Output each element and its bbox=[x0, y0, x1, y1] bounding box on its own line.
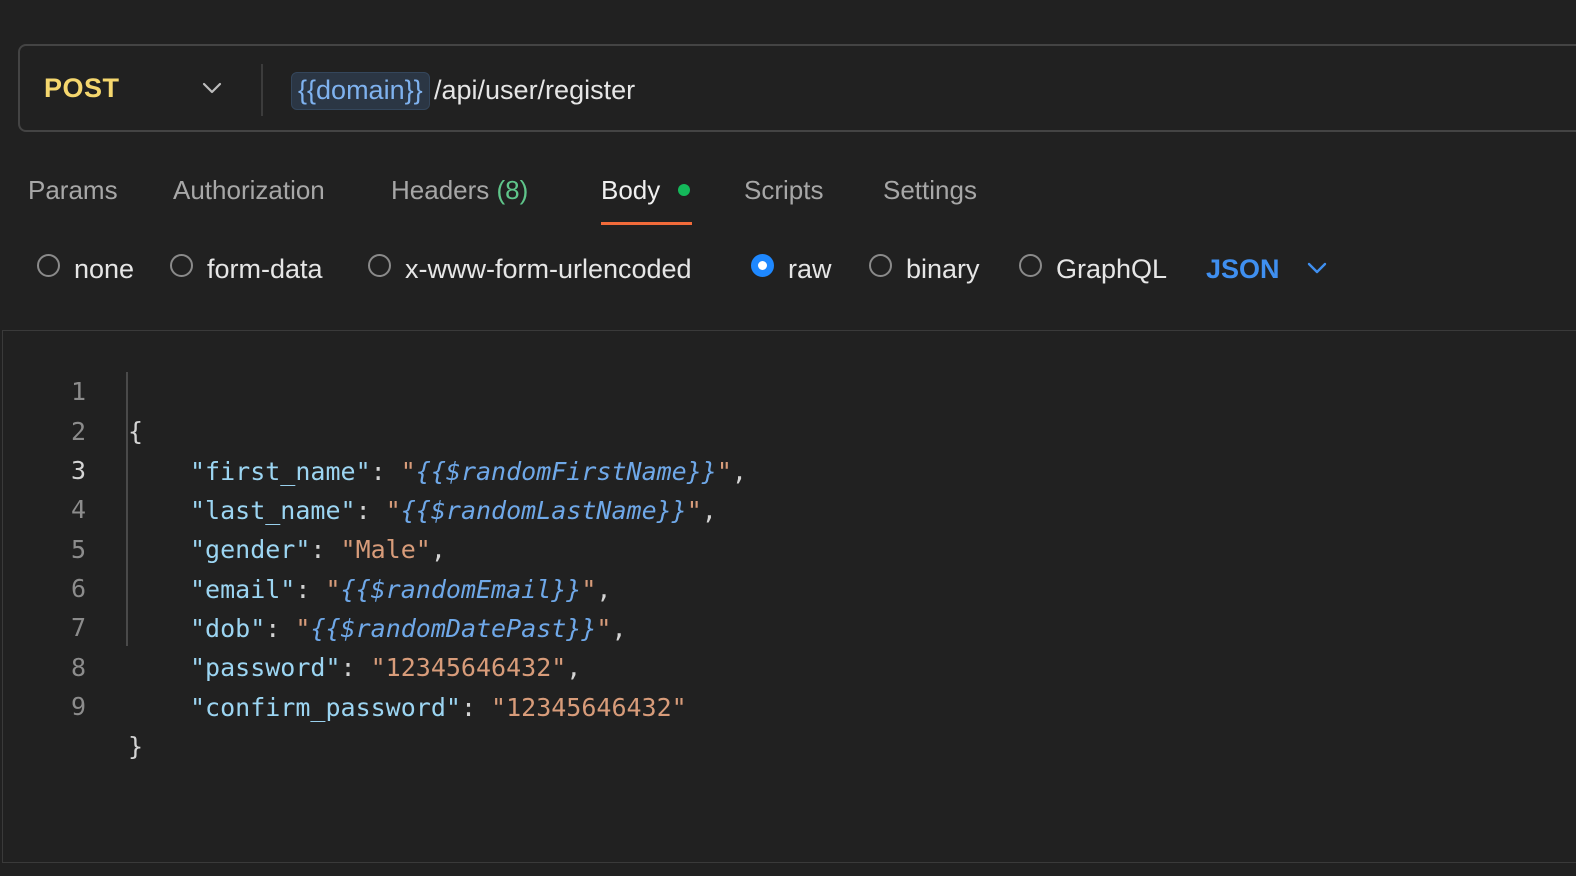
line-number: 6 bbox=[70, 574, 86, 603]
json-key: "last_name" bbox=[190, 496, 356, 525]
code-text: "gender": "Male", bbox=[190, 530, 446, 570]
code-line[interactable]: 8 "confirm_password": "12345646432" bbox=[0, 608, 687, 722]
line-number: 4 bbox=[70, 495, 86, 524]
json-variable: {{$randomFirstName}} bbox=[415, 457, 717, 486]
tab-headers[interactable]: Headers (8) bbox=[391, 174, 528, 206]
json-quote: " bbox=[716, 457, 732, 486]
line-number: 7 bbox=[70, 613, 86, 642]
json-punct: , bbox=[731, 457, 747, 486]
code-line[interactable]: 2 "first_name": "{{$randomFirstName}}", bbox=[0, 372, 747, 486]
code-line[interactable]: 3 "last_name": "{{$randomLastName}}", bbox=[0, 411, 717, 525]
line-number: 2 bbox=[70, 417, 86, 446]
json-variable: {{$randomLastName}} bbox=[400, 496, 687, 525]
url-divider bbox=[261, 64, 263, 116]
json-string: "12345646432" bbox=[491, 693, 687, 722]
code-text: "email": "{{$randomEmail}}", bbox=[190, 570, 611, 610]
json-quote: " bbox=[295, 614, 311, 643]
radio-label: x-www-form-urlencoded bbox=[405, 254, 692, 284]
radio-checked-icon[interactable] bbox=[751, 254, 774, 277]
radio-label: form-data bbox=[207, 254, 323, 284]
code-text: "password": "12345646432", bbox=[190, 648, 581, 688]
json-quote: " bbox=[686, 496, 702, 525]
json-sep: : bbox=[295, 575, 326, 604]
code-line[interactable]: 9 } bbox=[0, 647, 143, 761]
json-punct: , bbox=[611, 614, 627, 643]
line-number: 5 bbox=[70, 535, 86, 564]
json-string: "12345646432" bbox=[370, 653, 567, 682]
radio-icon[interactable] bbox=[170, 254, 193, 277]
line-number: 1 bbox=[70, 377, 86, 406]
line-number: 3 bbox=[70, 456, 86, 485]
radio-label: binary bbox=[906, 254, 980, 284]
json-punct: , bbox=[701, 496, 717, 525]
language-select[interactable]: JSON bbox=[1206, 252, 1280, 286]
radio-label: raw bbox=[788, 254, 832, 284]
headers-count-badge: (8) bbox=[496, 175, 529, 205]
json-sep: : bbox=[340, 653, 371, 682]
tab-params[interactable]: Params bbox=[28, 174, 118, 206]
request-editor: POST {{domain}} /api/user/register Param… bbox=[0, 0, 1576, 876]
json-punct: , bbox=[566, 653, 582, 682]
chevron-down-icon[interactable] bbox=[1306, 261, 1328, 275]
code-text: "first_name": "{{$randomFirstName}}", bbox=[190, 452, 747, 492]
code-line[interactable]: 6 "dob": "{{$randomDatePast}}", bbox=[0, 529, 627, 643]
json-quote: " bbox=[400, 457, 416, 486]
radio-label: GraphQL bbox=[1056, 254, 1168, 284]
radio-icon[interactable] bbox=[1019, 254, 1042, 277]
radio-icon[interactable] bbox=[368, 254, 391, 277]
code-line[interactable]: 4 "gender": "Male", bbox=[0, 450, 446, 564]
code-line[interactable]: 5 "email": "{{$randomEmail}}", bbox=[0, 490, 612, 604]
json-key: "gender" bbox=[190, 535, 311, 564]
json-quote: " bbox=[596, 614, 612, 643]
json-sep: : bbox=[265, 614, 296, 643]
code-text: } bbox=[128, 732, 144, 761]
json-key: "first_name" bbox=[190, 457, 371, 486]
code-line[interactable]: 1 { bbox=[0, 332, 143, 446]
json-key: "email" bbox=[190, 575, 296, 604]
json-key: "password" bbox=[190, 653, 341, 682]
json-punct: , bbox=[430, 535, 446, 564]
json-key: "dob" bbox=[190, 614, 266, 643]
json-quote: " bbox=[325, 575, 341, 604]
code-text: "confirm_password": "12345646432" bbox=[190, 688, 687, 728]
json-sep: : bbox=[370, 457, 401, 486]
method-select[interactable]: POST bbox=[44, 73, 120, 104]
radio-label: none bbox=[74, 254, 135, 284]
radio-icon[interactable] bbox=[37, 254, 60, 277]
tab-headers-label: Headers bbox=[391, 175, 490, 205]
radio-icon[interactable] bbox=[869, 254, 892, 277]
code-text: { bbox=[128, 417, 144, 446]
url-bar: POST {{domain}} /api/user/register bbox=[18, 44, 1576, 132]
active-tab-indicator bbox=[601, 222, 692, 225]
tab-body[interactable]: Body bbox=[601, 174, 660, 206]
code-text: "last_name": "{{$randomLastName}}", bbox=[190, 491, 717, 531]
json-sep: : bbox=[355, 496, 386, 525]
json-variable: {{$randomEmail}} bbox=[340, 575, 582, 604]
json-key: "confirm_password" bbox=[190, 693, 461, 722]
line-number: 9 bbox=[70, 692, 86, 721]
json-sep: : bbox=[460, 693, 492, 722]
json-quote: " bbox=[385, 496, 401, 525]
code-line[interactable]: 7 "password": "12345646432", bbox=[0, 568, 581, 682]
line-number: 8 bbox=[70, 653, 86, 682]
json-quote: " bbox=[581, 575, 597, 604]
tab-authorization[interactable]: Authorization bbox=[173, 174, 325, 206]
url-input[interactable]: /api/user/register bbox=[434, 73, 635, 107]
json-string: "Male" bbox=[340, 535, 431, 564]
body-modified-dot bbox=[678, 184, 690, 196]
code-text: "dob": "{{$randomDatePast}}", bbox=[190, 609, 627, 649]
json-variable: {{$randomDatePast}} bbox=[310, 614, 597, 643]
chevron-down-icon[interactable] bbox=[202, 81, 222, 95]
tab-settings[interactable]: Settings bbox=[883, 174, 977, 206]
json-sep: : bbox=[310, 535, 341, 564]
tab-scripts[interactable]: Scripts bbox=[744, 174, 823, 206]
json-punct: , bbox=[596, 575, 612, 604]
url-variable-chip[interactable]: {{domain}} bbox=[291, 72, 430, 110]
